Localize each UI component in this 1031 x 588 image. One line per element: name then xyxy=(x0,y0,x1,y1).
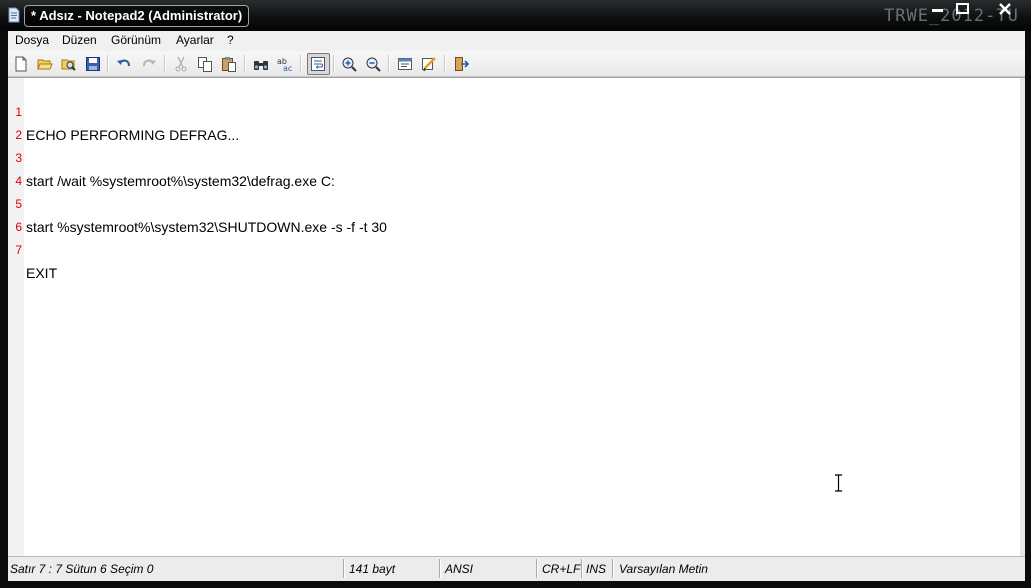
status-cursor-position: Satır 7 : 7 Sütun 6 Seçim 0 xyxy=(10,562,154,576)
exit-button[interactable] xyxy=(451,54,471,74)
zoom-out-button[interactable] xyxy=(363,54,383,74)
menu-duzen[interactable]: Düzen xyxy=(62,33,97,48)
status-bar: Satır 7 : 7 Sütun 6 Seçim 0 141 bayt ANS… xyxy=(8,556,1025,581)
find-button[interactable] xyxy=(251,54,271,74)
toolbar-separator xyxy=(244,55,246,72)
close-button[interactable] xyxy=(985,0,1025,18)
status-insert-mode: INS xyxy=(586,562,607,576)
status-scheme[interactable]: Varsayılan Metin xyxy=(619,562,708,576)
word-wrap-toggle[interactable] xyxy=(307,53,330,75)
status-line-ending[interactable]: CR+LF xyxy=(542,562,580,576)
cut-button[interactable] xyxy=(171,54,191,74)
editor-line: 3 start /wait %systemroot%\system32\defr… xyxy=(8,124,1008,189)
redo-button[interactable] xyxy=(139,54,159,74)
paste-icon xyxy=(222,57,236,72)
replace-button[interactable]: ab ac xyxy=(275,54,295,74)
zoom-out-icon xyxy=(366,57,381,72)
status-encoding[interactable]: ANSI xyxy=(445,562,473,576)
notepad2-window: * Adsız - Notepad2 (Administrator) TRWE_… xyxy=(0,0,1031,588)
menu-gorunum[interactable]: Görünüm xyxy=(111,33,161,48)
window-title: * Adsız - Notepad2 (Administrator) xyxy=(24,5,250,27)
browse-button[interactable] xyxy=(59,54,79,74)
toolbar-separator xyxy=(333,55,335,72)
editor-line: 7 EXIT xyxy=(8,216,1008,281)
editor-line: 6 xyxy=(8,193,1008,234)
scheme-button[interactable] xyxy=(395,54,415,74)
menu-bar: Dosya Düzen Görünüm Ayarlar ? xyxy=(8,31,1025,50)
paste-button[interactable] xyxy=(219,54,239,74)
maximize-button[interactable] xyxy=(946,0,980,18)
word-wrap-icon xyxy=(311,57,325,71)
toolbar-separator xyxy=(444,55,446,72)
status-separator xyxy=(536,559,538,578)
text-editor[interactable]: 1 ECHO PERFORMING DEFRAG... 2 3 start /w… xyxy=(8,77,1025,557)
customize-scheme-button[interactable] xyxy=(419,54,439,74)
toolbar-separator xyxy=(300,55,302,72)
cut-icon xyxy=(175,56,187,72)
notepad-app-icon xyxy=(8,7,20,23)
status-separator xyxy=(343,559,345,578)
maximize-icon xyxy=(956,3,969,14)
title-bar[interactable]: * Adsız - Notepad2 (Administrator) TRWE_… xyxy=(0,0,1031,31)
menu-dosya[interactable]: Dosya xyxy=(15,33,49,48)
editor-line: 1 ECHO PERFORMING DEFRAG... xyxy=(8,78,1008,143)
toolbar-separator xyxy=(107,55,109,72)
zoom-in-button[interactable] xyxy=(339,54,359,74)
exit-icon xyxy=(455,57,469,71)
copy-button[interactable] xyxy=(195,54,215,74)
toolbar-separator xyxy=(388,55,390,72)
undo-button[interactable] xyxy=(114,54,134,74)
new-file-button[interactable] xyxy=(11,54,31,74)
status-separator xyxy=(581,559,583,578)
browse-icon xyxy=(61,59,76,71)
replace-icon: abac xyxy=(277,57,292,72)
new-file-icon xyxy=(15,56,27,72)
editor-line: 2 xyxy=(8,101,1008,142)
redo-icon xyxy=(143,59,156,67)
open-file-icon xyxy=(37,59,53,70)
status-file-size: 141 bayt xyxy=(349,562,396,576)
save-button[interactable] xyxy=(83,54,103,74)
open-file-button[interactable] xyxy=(35,54,55,74)
toolbar: ab ac xyxy=(8,51,1025,77)
client-area: Dosya Düzen Görünüm Ayarlar ? ab ac 1 EC… xyxy=(8,31,1025,581)
line-number: 7 xyxy=(15,243,22,257)
copy-icon xyxy=(198,57,212,72)
close-icon xyxy=(999,3,1011,15)
editor-line: 4 xyxy=(8,147,1008,188)
zoom-in-icon xyxy=(342,57,357,72)
menu-help[interactable]: ? xyxy=(227,33,234,48)
find-icon xyxy=(254,61,268,70)
scheme-icon xyxy=(398,58,412,70)
menu-ayarlar[interactable]: Ayarlar xyxy=(176,33,214,48)
save-icon xyxy=(86,57,100,71)
status-separator xyxy=(612,559,614,578)
customize-scheme-icon xyxy=(422,57,436,72)
toolbar-separator xyxy=(164,55,166,72)
line-text: EXIT xyxy=(26,265,58,281)
editor-line: 5 start %systemroot%\system32\SHUTDOWN.e… xyxy=(8,170,1008,235)
undo-icon xyxy=(117,59,130,67)
svg-text:ac: ac xyxy=(283,64,292,72)
status-separator xyxy=(439,559,441,578)
text-cursor-icon xyxy=(835,474,842,492)
vertical-scrollbar[interactable] xyxy=(1020,78,1025,557)
